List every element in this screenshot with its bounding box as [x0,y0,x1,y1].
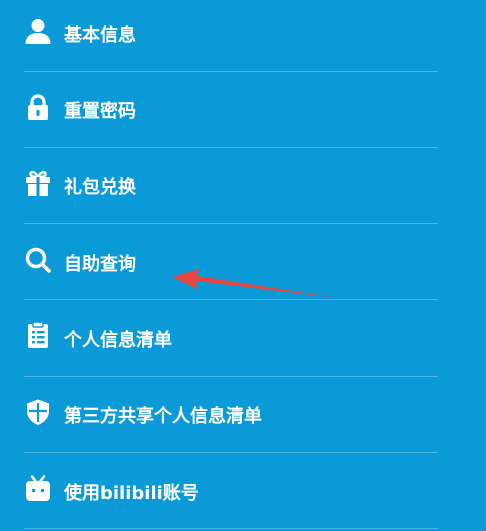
bilibili-tv-icon [24,475,52,503]
menu-item-label: 礼包兑换 [64,177,136,198]
menu-item-label: 使用bilibili账号 [64,483,199,504]
menu-item-third-party-sharing-list[interactable]: 第三方共享个人信息清单 [0,376,486,452]
divider [24,528,438,529]
user-icon [24,17,52,45]
menu-item-self-service-query[interactable]: 自助查询 [0,223,486,299]
menu-item-label: 基本信息 [64,25,136,46]
menu-item-reset-password[interactable]: 重置密码 [0,71,486,147]
menu-item-personal-info-list[interactable]: 个人信息清单 [0,299,486,375]
gift-icon [24,169,52,197]
menu-item-label: 第三方共享个人信息清单 [64,406,262,427]
settings-menu: 基本信息 重置密码 礼包兑换 自助查询 个人信息清单 第三方共享个人信息清单 使… [0,0,486,531]
menu-item-gift-redeem[interactable]: 礼包兑换 [0,147,486,223]
menu-item-use-bilibili-account[interactable]: 使用bilibili账号 [0,452,486,528]
search-icon [24,246,52,274]
clipboard-list-icon [24,321,52,349]
menu-item-label: 个人信息清单 [64,330,172,351]
lock-icon [24,93,52,121]
menu-item-label: 重置密码 [64,101,136,122]
menu-item-label: 自助查询 [64,254,136,275]
menu-item-basic-info[interactable]: 基本信息 [0,0,486,70]
shield-icon [24,398,52,426]
